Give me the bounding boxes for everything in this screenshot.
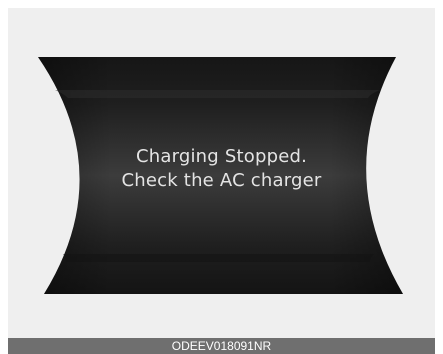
image-code-bar: ODEEV018091NR <box>8 338 435 354</box>
warning-message: Charging Stopped. Check the AC charger <box>8 145 435 193</box>
message-line-2: Check the AC charger <box>121 170 322 191</box>
message-line-1: Charging Stopped. <box>135 146 308 167</box>
cluster-display: Charging Stopped. Check the AC charger <box>8 8 435 338</box>
figure-frame: Charging Stopped. Check the AC charger O… <box>8 8 435 354</box>
image-code: ODEEV018091NR <box>171 339 272 353</box>
